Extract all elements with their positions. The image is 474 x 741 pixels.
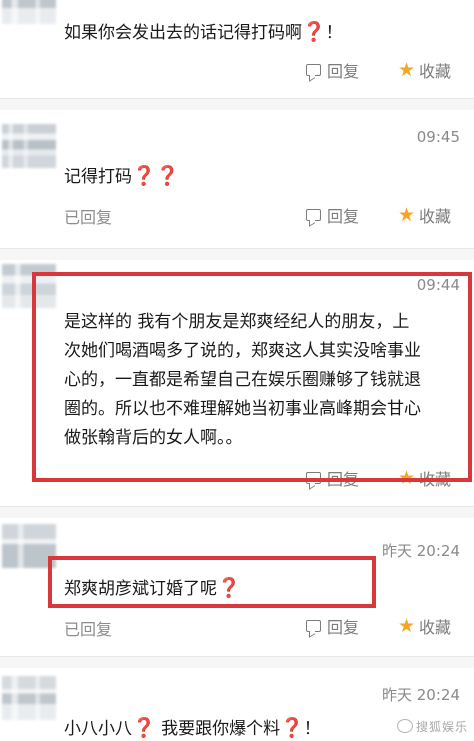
question-mark-icon: ❓ [302, 21, 326, 43]
timestamp: 昨天 20:24 [382, 542, 460, 560]
comment-text: 如果你会发出去的话记得打码啊❓！ [64, 18, 343, 43]
replied-status: 已回复 [64, 620, 113, 639]
question-mark-icon: ❓ [132, 717, 156, 739]
highlight-box [32, 272, 472, 482]
reply-label: 回复 [327, 618, 360, 637]
reply-icon [306, 620, 321, 632]
avatar[interactable] [2, 0, 56, 24]
comment-text-suffix: ！ [325, 23, 343, 43]
reply-label: 回复 [327, 62, 360, 81]
divider [0, 248, 474, 249]
watermark-text: 搜狐娱乐 [415, 720, 468, 734]
comment-text: 记得打码❓❓ [64, 162, 179, 187]
divider [0, 506, 474, 507]
favorite-label: 收藏 [419, 618, 452, 637]
question-mark-icon: ❓ [155, 165, 180, 187]
replied-status: 已回复 [64, 208, 113, 227]
favorite-button[interactable]: ★ 收藏 [398, 58, 451, 82]
avatar[interactable] [2, 124, 56, 168]
comment-text-second: 我要跟你爆个料 [161, 719, 281, 739]
favorite-button[interactable]: ★ 收藏 [398, 614, 451, 638]
favorite-label: 收藏 [419, 207, 452, 226]
reply-label: 回复 [327, 207, 360, 226]
star-icon: ★ [398, 203, 416, 226]
watermark: 搜狐娱乐 [396, 718, 468, 735]
timestamp: 09:45 [416, 128, 460, 146]
favorite-button[interactable]: ★ 收藏 [398, 203, 451, 227]
reply-button[interactable]: 回复 [306, 203, 359, 227]
star-icon: ★ [398, 58, 416, 81]
reply-icon [306, 64, 321, 76]
favorite-label: 收藏 [419, 62, 452, 81]
comment-text-suffix: ！ [303, 719, 321, 739]
watermark-logo-icon [396, 719, 413, 733]
comment-text-main: 小八小八 [64, 719, 132, 739]
divider [0, 656, 474, 657]
comment-card-2: 09:45 记得打码❓❓ 已回复 回复 ★ 收藏 [0, 110, 474, 248]
comment-text-main: 记得打码 [64, 167, 132, 187]
divider [0, 98, 474, 99]
comment-card-1: 如果你会发出去的话记得打码啊❓！ 回复 ★ 收藏 [0, 0, 474, 98]
question-mark-icon: ❓ [132, 165, 156, 187]
star-icon: ★ [398, 614, 416, 637]
reply-button[interactable]: 回复 [306, 58, 359, 82]
comment-text-main: 如果你会发出去的话记得打码啊 [64, 23, 302, 43]
avatar[interactable] [2, 676, 56, 720]
comment-text: 小八小八❓ 我要跟你爆个料❓！ [64, 714, 321, 739]
reply-button[interactable]: 回复 [306, 614, 359, 638]
question-mark-icon: ❓ [280, 717, 304, 739]
highlight-box [48, 556, 376, 608]
timestamp: 昨天 20:24 [382, 686, 460, 704]
reply-icon [306, 209, 321, 221]
